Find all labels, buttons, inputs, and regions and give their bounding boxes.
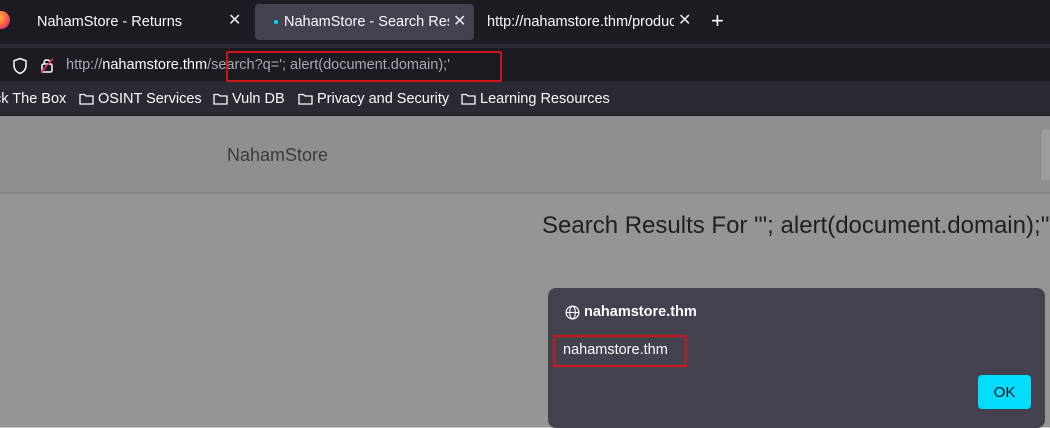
bookmark-osint-services[interactable]: OSINT Services [79,91,202,107]
tab-title: http://nahamstore.thm/product [487,14,674,30]
globe-icon [565,305,580,319]
url-prefix: http:// [66,57,103,73]
navigation-bar: http://nahamstore.thm/search?q='; alert(… [0,44,1050,85]
bookmark-label: Vuln DB [232,91,285,107]
bookmark-vuln-db[interactable]: Vuln DB [213,91,285,107]
url-bar[interactable]: http://nahamstore.thm/search?q='; alert(… [0,48,1050,82]
url-host: nahamstore.thm [102,57,208,73]
alert-dialog: nahamstore.thm nahamstore.thm OK [548,288,1045,428]
bookmark-privacy-and-security[interactable]: Privacy and Security [298,91,449,107]
url-payload-highlight-box [226,51,502,82]
bookmark-label: Learning Resources [480,91,610,107]
tab-title: NahamStore - Returns [37,14,183,30]
bookmark-hack-the-box[interactable]: ck The Box [0,91,66,107]
folder-icon [79,93,94,105]
dialog-origin: nahamstore.thm [565,304,697,320]
tab-returns[interactable]: NahamStore - Returns ✕ [22,0,252,44]
folder-icon [298,93,313,105]
tab-loading-dot-icon [274,20,278,24]
close-icon[interactable]: ✕ [228,12,241,30]
message-highlight-box [553,335,687,367]
bookmark-learning-resources[interactable]: Learning Resources [461,91,610,107]
tab-strip: NahamStore - Returns ✕ NahamStore - Sear… [0,0,1050,44]
header-menu-edge[interactable] [1040,130,1050,180]
close-icon[interactable]: ✕ [453,13,466,31]
tab-product[interactable]: http://nahamstore.thm/product ✕ [474,0,694,44]
folder-icon [461,93,476,105]
new-tab-button[interactable]: + [711,10,724,32]
dialog-origin-label: nahamstore.thm [584,304,697,320]
folder-icon [213,93,228,105]
close-icon[interactable]: ✕ [678,12,691,30]
bookmark-label: Privacy and Security [317,91,450,107]
ok-button[interactable]: OK [978,375,1031,409]
site-brand-link[interactable]: NahamStore [227,145,328,166]
bookmarks-toolbar: ck The Box OSINT Services Vuln DB Privac… [0,85,1050,116]
bookmark-label: OSINT Services [98,91,202,107]
search-results-heading: Search Results For "'; alert(document.do… [542,212,1050,239]
bookmark-label: ck The Box [0,91,67,107]
firefox-logo-icon[interactable] [0,11,10,29]
tab-search-results[interactable]: NahamStore - Search Results ✕ [255,4,474,40]
site-header: NahamStore [0,116,1050,194]
lock-icon[interactable] [39,56,55,74]
shield-icon[interactable] [12,57,28,75]
tab-title: NahamStore - Search Results [284,14,449,30]
